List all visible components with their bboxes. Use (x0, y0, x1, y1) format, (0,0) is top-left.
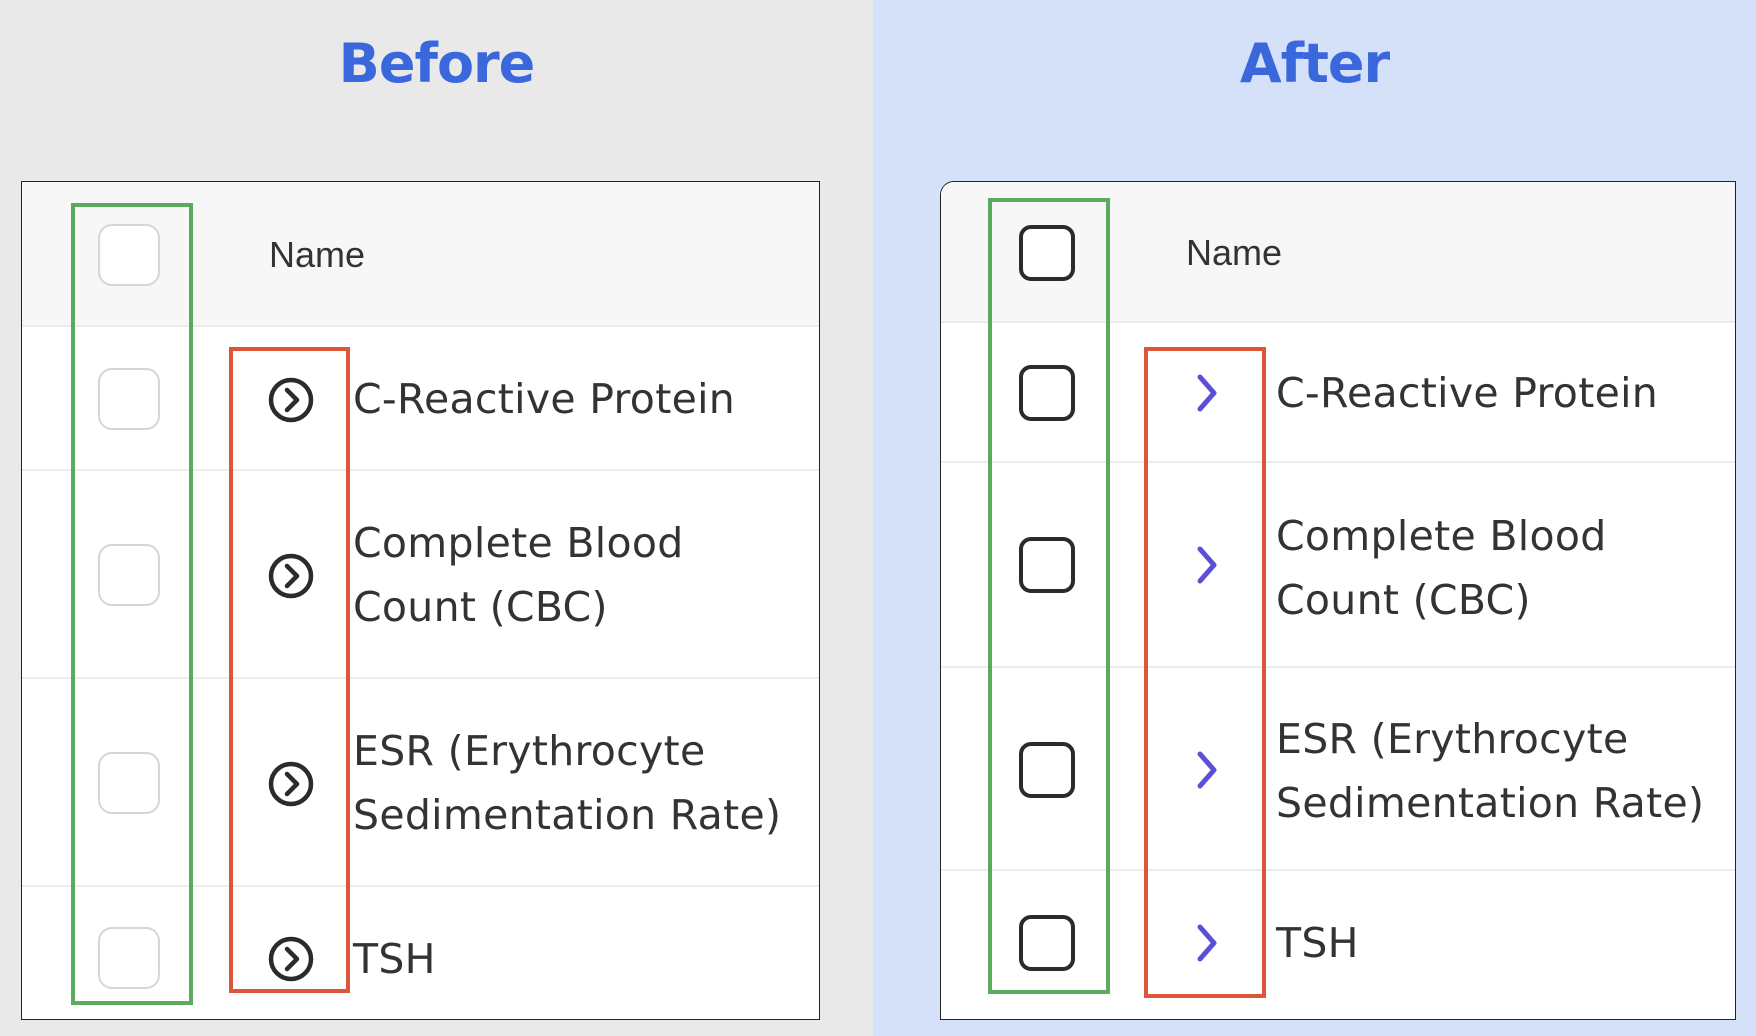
row-name: C-Reactive Protein (1276, 369, 1659, 417)
circled-chevron-right-icon[interactable] (268, 936, 314, 982)
table-row[interactable]: TSH (22, 887, 819, 1019)
circled-chevron-right-icon[interactable] (268, 377, 314, 423)
row-name: ESR (Erythrocyte Sedimentation Rate) (353, 727, 782, 839)
chevron-right-icon[interactable] (1193, 373, 1221, 413)
chevron-right-icon[interactable] (1193, 750, 1221, 790)
row-checkbox[interactable] (1019, 365, 1075, 421)
circled-chevron-right-icon[interactable] (268, 761, 314, 807)
row-name: C-Reactive Protein (353, 375, 736, 423)
row-checkbox[interactable] (1019, 537, 1075, 593)
name-column-header: Name (1186, 232, 1283, 273)
row-checkbox[interactable] (1019, 915, 1075, 971)
row-name: Complete Blood Count (CBC) (1276, 512, 1607, 624)
table-row[interactable]: Complete Blood Count (CBC) (22, 471, 819, 679)
row-checkbox[interactable] (98, 752, 160, 814)
circled-chevron-right-icon[interactable] (268, 553, 314, 599)
row-name: TSH (353, 935, 436, 983)
row-name: ESR (Erythrocyte Sedimentation Rate) (1276, 715, 1705, 827)
before-table: Name C-Reactive Protein Complete Blood C… (21, 181, 820, 1020)
after-panel: After Name C-Reactive Protein Complete B… (873, 0, 1756, 1036)
table-row[interactable]: C-Reactive Protein (22, 327, 819, 471)
chevron-right-icon[interactable] (1193, 545, 1221, 585)
after-table: Name C-Reactive Protein Complete Blood C… (940, 181, 1736, 1020)
table-row[interactable]: Complete Blood Count (CBC) (941, 463, 1735, 668)
name-column-header: Name (269, 234, 366, 275)
row-name: TSH (1276, 919, 1359, 967)
table-row[interactable]: C-Reactive Protein (941, 323, 1735, 463)
chevron-right-icon[interactable] (1193, 923, 1221, 963)
after-table-header: Name (941, 182, 1735, 323)
before-panel: Before Name C-Reactive Protein Complete … (0, 0, 873, 1036)
row-checkbox[interactable] (98, 927, 160, 989)
after-title: After (1239, 32, 1390, 95)
before-title: Before (338, 32, 536, 95)
row-name: Complete Blood Count (CBC) (353, 519, 684, 631)
table-row[interactable]: ESR (Erythrocyte Sedimentation Rate) (22, 679, 819, 887)
table-row[interactable]: TSH (941, 871, 1735, 1019)
before-table-header: Name (22, 182, 819, 327)
select-all-checkbox[interactable] (1019, 225, 1075, 281)
select-all-checkbox[interactable] (98, 224, 160, 286)
table-row[interactable]: ESR (Erythrocyte Sedimentation Rate) (941, 668, 1735, 871)
row-checkbox[interactable] (98, 544, 160, 606)
row-checkbox[interactable] (1019, 742, 1075, 798)
row-checkbox[interactable] (98, 368, 160, 430)
